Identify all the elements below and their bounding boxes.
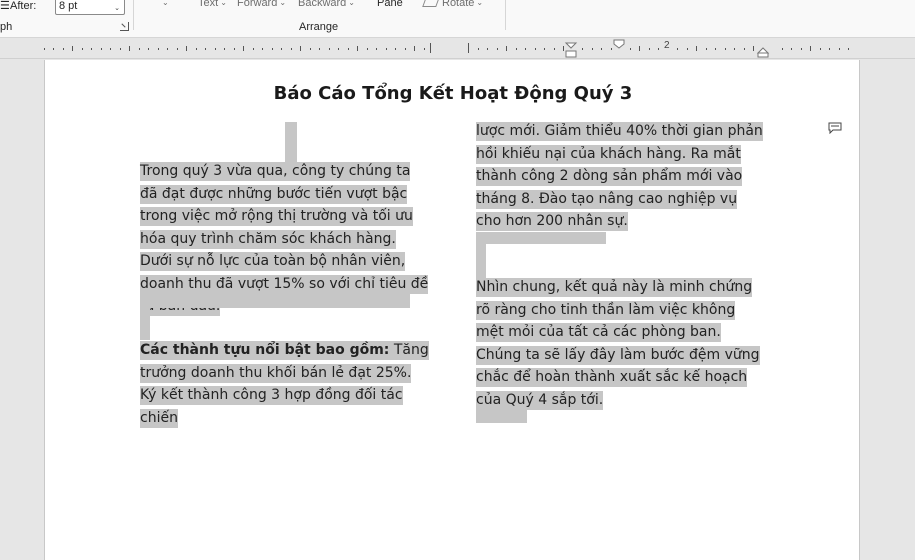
wrap-text-button[interactable]: Text ⌄ (198, 0, 227, 9)
chevron-down-icon: ⌄ (279, 0, 287, 7)
ruler-graphic (44, 39, 849, 58)
spacing-after-label: ☰After: (0, 0, 37, 12)
selection-highlight-block (476, 409, 527, 423)
document-title[interactable]: Báo Cáo Tổng Kết Hoạt Động Quý 3 (45, 83, 861, 104)
selection-pane-button[interactable]: Pane (377, 0, 403, 9)
position-dropdown-chevron-icon[interactable]: ⌄ (160, 0, 169, 9)
selection-highlight-block (476, 232, 606, 244)
ribbon-separator (505, 0, 506, 30)
spacing-after-value: 8 pt (59, 0, 78, 12)
spacing-after-input[interactable]: 8 pt ⌃ ⌄ (55, 0, 125, 15)
horizontal-ruler[interactable]: 2 (0, 39, 915, 59)
arrange-group-label: Arrange (299, 21, 339, 33)
paragraph-achievements[interactable]: Các thành tựu nổi bật bao gồm: Tăng trưở… (140, 339, 430, 429)
ribbon-separator (133, 0, 134, 30)
bring-forward-button[interactable]: Forward ⌄ (237, 0, 286, 9)
selection-highlight-block (285, 122, 297, 164)
rotate-icon (422, 0, 440, 7)
paragraph-dialog-launcher-icon[interactable] (120, 22, 129, 31)
achievements-text-part2: lược mới. Giảm thiểu 40% thời gian phản … (476, 122, 763, 231)
spacing-after-icon: ☰ (0, 0, 10, 12)
ruler-number-label: 2 (664, 40, 670, 51)
selection-highlight-block (476, 244, 486, 278)
rotate-button[interactable]: Rotate ⌄ (422, 0, 484, 9)
chevron-down-icon: ⌄ (476, 0, 484, 7)
selection-highlight-block (140, 308, 150, 340)
ribbon: ☰After: 8 pt ⌃ ⌄ ph ⌄ Text ⌄ Forward ⌄ Back… (0, 0, 915, 38)
spin-arrows-icon[interactable]: ⌃ ⌄ (112, 0, 122, 14)
achievements-heading: Các thành tựu nổi bật bao gồm: (140, 341, 390, 360)
selection-highlight-block (140, 292, 410, 308)
chevron-down-icon: ⌄ (348, 0, 355, 7)
document-page[interactable]: Báo Cáo Tổng Kết Hoạt Động Quý 3 Trong q… (44, 60, 860, 560)
paragraph-conclusion[interactable]: Nhìn chung, kết quả này là minh chứng rõ… (476, 276, 766, 411)
new-comment-icon[interactable] (828, 122, 842, 134)
paragraph-achievements-continued[interactable]: lược mới. Giảm thiểu 40% thời gian phản … (476, 120, 766, 233)
send-backward-button[interactable]: Backward ⌄ (298, 0, 355, 9)
paragraph-group-label: ph (0, 21, 13, 33)
paragraph-conclusion-text: Nhìn chung, kết quả này là minh chứng rõ… (476, 278, 760, 410)
chevron-down-icon: ⌄ (220, 0, 227, 7)
